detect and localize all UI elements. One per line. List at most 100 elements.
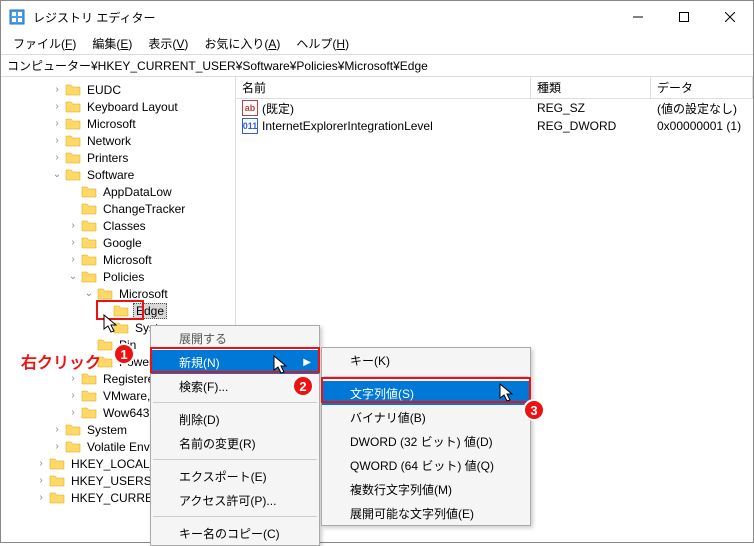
cm-separator [153,459,317,460]
tree-node[interactable]: › Printers [1,149,235,166]
chevron-right-icon[interactable]: › [65,373,81,384]
tree-label[interactable]: Google [101,236,144,250]
chevron-right-icon[interactable]: › [49,135,65,146]
titlebar: レジストリ エディター [1,1,753,33]
cm-separator [153,402,317,403]
value-type: REG_DWORD [531,119,651,133]
menubar: ファイル(F)編集(E)表示(V)お気に入り(A)ヘルプ(H) [1,33,753,55]
chevron-right-icon[interactable]: › [65,390,81,401]
tree-node[interactable]: › Microsoft [1,115,235,132]
tree-label[interactable]: Microsoft [85,117,138,131]
tree-label[interactable]: Printers [85,151,130,165]
tree-label[interactable]: Microsoft [101,253,154,267]
chevron-down-icon[interactable]: ⌄ [49,169,65,180]
address-bar[interactable]: コンピューター¥HKEY_CURRENT_USER¥Software¥Polic… [1,55,753,77]
annotation-right-click: 右クリック [21,349,101,373]
col-data[interactable]: データ [651,77,753,98]
tree-node[interactable]: › Microsoft [1,251,235,268]
menu-item[interactable]: バイナリ値(B) [322,405,530,429]
chevron-right-icon[interactable]: › [33,492,49,503]
menu-item[interactable]: 名前の変更(R) [151,431,319,455]
menu-a[interactable]: お気に入り(A) [196,33,288,54]
tree-label[interactable]: ChangeTracker [101,202,187,216]
tree-node[interactable]: › Network [1,132,235,149]
chevron-down-icon[interactable]: ⌄ [81,288,97,299]
window-controls [615,1,753,33]
badge-1: 1 [113,343,135,365]
chevron-right-icon[interactable]: › [33,475,49,486]
tree-label[interactable]: Microsoft [117,287,170,301]
menu-item[interactable]: QWORD (64 ビット) 値(Q) [322,453,530,477]
tree-label[interactable]: EUDC [85,83,123,97]
menu-h[interactable]: ヘルプ(H) [288,33,357,54]
tree-node[interactable]: › Keyboard Layout [1,98,235,115]
highlight-string-value [321,377,531,403]
tree-label[interactable]: Registere [101,372,156,386]
menu-item[interactable]: 展開可能な文字列値(E) [322,501,530,525]
string-value-icon: ab [242,100,258,116]
maximize-button[interactable] [661,1,707,33]
badge-2: 2 [292,375,314,397]
app-icon [9,9,25,25]
tree-node[interactable]: › Google [1,234,235,251]
chevron-right-icon[interactable]: › [49,84,65,95]
chevron-right-icon[interactable]: › [49,118,65,129]
menu-item[interactable]: 複数行文字列値(M) [322,477,530,501]
minimize-button[interactable] [615,1,661,33]
tree-label[interactable]: System [85,423,129,437]
menu-item[interactable]: アクセス許可(P)... [151,488,319,512]
menu-f[interactable]: ファイル(F) [5,33,84,54]
chevron-right-icon[interactable]: › [65,220,81,231]
chevron-right-icon[interactable]: › [49,424,65,435]
address-text: コンピューター¥HKEY_CURRENT_USER¥Software¥Polic… [7,57,428,74]
value-data: (値の設定なし) [651,100,753,117]
value-row[interactable]: ab(既定) REG_SZ(値の設定なし) [236,99,753,117]
tree-node[interactable]: ⌄ Software [1,166,235,183]
col-type[interactable]: 種類 [531,77,651,98]
menu-item[interactable]: エクスポート(E) [151,464,319,488]
value-name: (既定) [262,100,294,117]
value-data: 0x00000001 (1) [651,119,753,133]
values-header: 名前 種類 データ [236,77,753,99]
chevron-right-icon[interactable]: › [49,101,65,112]
menu-v[interactable]: 表示(V) [140,33,196,54]
badge-3: 3 [523,399,545,421]
highlight-edge-node [96,300,144,320]
tree-label[interactable]: Network [85,134,133,148]
tree-label[interactable]: Keyboard Layout [85,100,180,114]
col-name[interactable]: 名前 [236,77,531,98]
content-area: ›EUDC›Keyboard Layout›Microsoft›Network›… [1,77,753,542]
tree-label[interactable]: HKEY_USERS [69,474,154,488]
tree-node[interactable]: ⌄ Policies [1,268,235,285]
context-submenu-new: キー(K) 文字列値(S)バイナリ値(B)DWORD (32 ビット) 値(D)… [321,347,531,526]
chevron-right-icon[interactable]: › [65,254,81,265]
window-title: レジストリ エディター [33,9,615,26]
tree-node[interactable]: › EUDC [1,81,235,98]
chevron-right-icon[interactable]: › [49,441,65,452]
tree-label[interactable]: Classes [101,219,148,233]
value-row[interactable]: 011 InternetExplorerIntegrationLevel REG_D… [236,117,753,135]
close-button[interactable] [707,1,753,33]
menu-item[interactable]: キー(K) [322,348,530,372]
chevron-right-icon[interactable]: › [49,152,65,163]
chevron-right-icon[interactable]: › [65,237,81,248]
menu-item[interactable]: キー名のコピー(C) [151,521,319,545]
value-type: REG_SZ [531,101,651,115]
tree-label[interactable]: Policies [101,270,146,284]
tree-label[interactable]: AppDataLow [101,185,174,199]
tree-node[interactable]: AppDataLow [1,183,235,200]
menu-item[interactable]: 削除(D) [151,407,319,431]
tree-node[interactable]: ChangeTracker [1,200,235,217]
tree-node[interactable]: › Classes [1,217,235,234]
menu-item[interactable]: DWORD (32 ビット) 値(D) [322,429,530,453]
highlight-new-menu [150,347,320,373]
chevron-right-icon[interactable]: › [65,407,81,418]
chevron-right-icon[interactable]: › [33,458,49,469]
menu-e[interactable]: 編集(E) [84,33,140,54]
chevron-down-icon[interactable]: ⌄ [65,271,81,282]
cm-separator [153,516,317,517]
registry-editor-window: レジストリ エディター ファイル(F)編集(E)表示(V)お気に入り(A)ヘルプ… [0,0,754,543]
dword-value-icon: 011 [242,118,258,134]
tree-label[interactable]: Software [85,168,136,182]
value-name: InternetExplorerIntegrationLevel [262,119,433,133]
